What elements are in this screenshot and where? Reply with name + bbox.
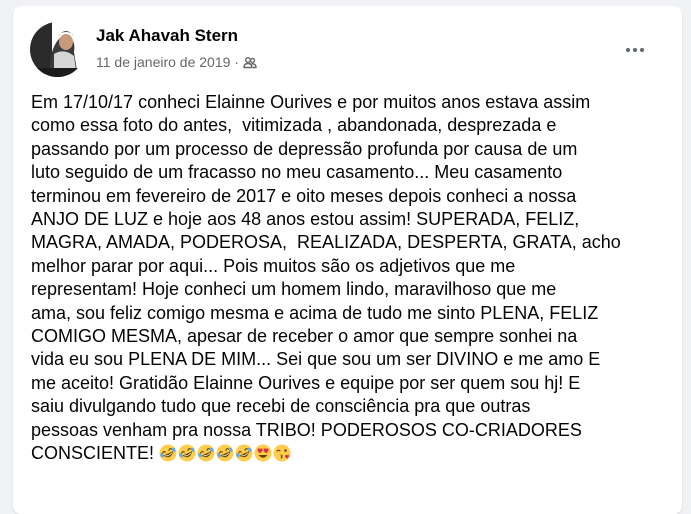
rofl-emoji — [159, 444, 177, 462]
rofl-emoji — [197, 444, 215, 462]
post-meta: 11 de janeiro de 2019 · — [96, 53, 257, 71]
heart-eyes-emoji — [254, 444, 272, 462]
rofl-emoji — [216, 444, 234, 462]
kiss-emoji — [273, 444, 291, 462]
author-name-link[interactable]: Jak Ahavah Stern — [96, 26, 238, 46]
more-options-icon — [626, 48, 644, 52]
post-body: Em 17/10/17 conheci Elainne Ourives e po… — [31, 91, 676, 466]
emoji-row — [159, 443, 292, 463]
friends-icon[interactable] — [243, 55, 257, 69]
post-card: Jak Ahavah Stern 11 de janeiro de 2019 ·… — [13, 6, 682, 514]
post-date-link[interactable]: 11 de janeiro de 2019 — [96, 53, 230, 71]
rofl-emoji — [235, 444, 253, 462]
meta-separator: · — [234, 54, 240, 70]
rofl-emoji — [178, 444, 196, 462]
post-body-text: Em 17/10/17 conheci Elainne Ourives e po… — [31, 92, 621, 464]
author-avatar[interactable] — [30, 22, 85, 77]
avatar-photo — [30, 22, 85, 77]
more-options-button[interactable] — [617, 32, 653, 68]
